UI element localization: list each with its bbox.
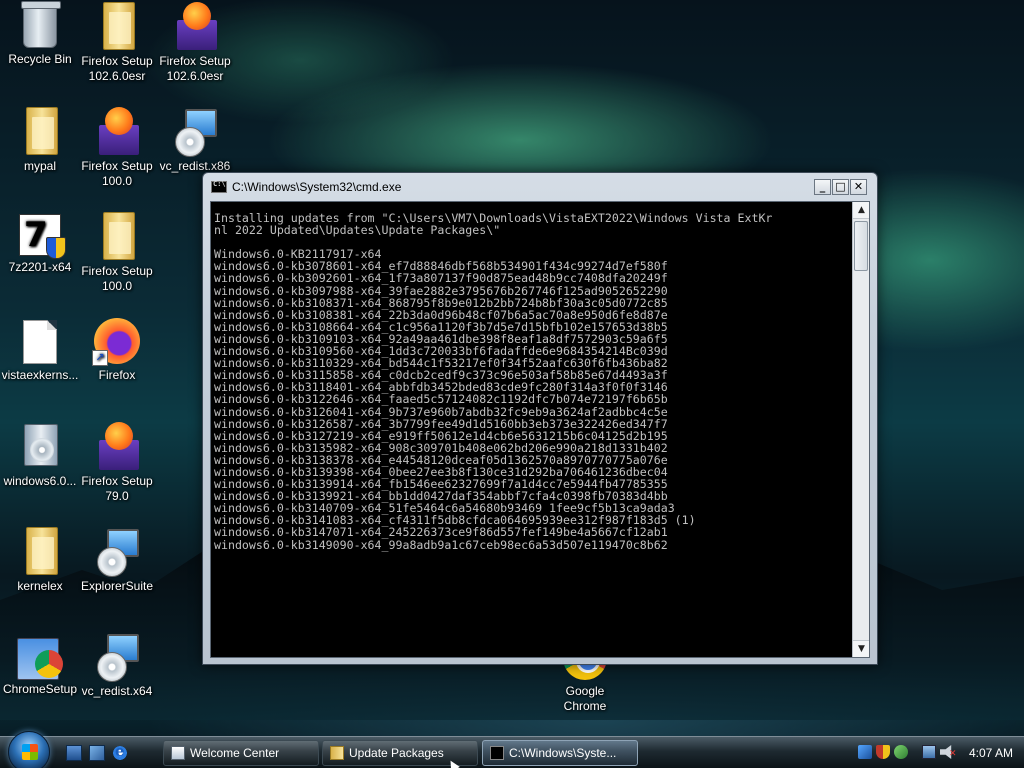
desktop-icon-vc-redist-x64[interactable]: vc_redist.x64	[77, 632, 157, 699]
desktop-icon-label: windows6.0...	[3, 474, 77, 488]
desktop-icon-label: ChromeSetup	[2, 682, 78, 696]
cmd-window[interactable]: C:\Windows\System32\cmd.exe _ □ ✕ Instal…	[202, 172, 878, 665]
firefox-installer-icon	[95, 107, 139, 155]
desktop-icon-label: vistaexkerns...	[1, 368, 79, 382]
console-line: windows6.0-kb3126041-x64_9b737e960b7abdb…	[214, 404, 668, 419]
cmd-icon	[490, 746, 504, 760]
console-area[interactable]: Installing updates from "C:\Users\VM7\Do…	[210, 201, 870, 658]
console-line: windows6.0-kb3147071-x64_245226373ce9f86…	[214, 525, 668, 540]
console-line: nl 2022 Updated\Updates\Update Packages\…	[214, 223, 501, 238]
system-tray: ✕ 4:07 AM	[852, 741, 1024, 765]
desktop-icon-firefox-setup-102[interactable]: Firefox Setup 102.6.0esr	[155, 2, 235, 84]
welcome-center-icon	[171, 746, 185, 760]
desktop-icon-label: Firefox Setup 79.0	[81, 474, 153, 503]
setup-icon	[173, 107, 217, 157]
clock[interactable]: 4:07 AM	[964, 741, 1018, 765]
scroll-thumb[interactable]	[854, 221, 868, 271]
window-title-bar[interactable]: C:\Windows\System32\cmd.exe	[203, 173, 877, 201]
taskbar-item-label: C:\Windows\Syste...	[509, 746, 617, 760]
desktop-icon-vistaexkerns[interactable]: vistaexkerns...	[0, 320, 80, 383]
desktop-icon-firefox[interactable]: Firefox	[77, 318, 157, 383]
start-button[interactable]	[8, 731, 50, 768]
desktop-icon-label: Firefox Setup 102.6.0esr	[81, 54, 153, 83]
desktop-icon-chromesetup[interactable]: ChromeSetup	[0, 632, 80, 697]
scroll-up-arrow-icon[interactable]: ▲	[853, 202, 869, 219]
console-line: windows6.0-kb3108371-x64_868795f8b9e012b…	[214, 295, 668, 310]
minimize-button[interactable]: _	[814, 179, 831, 195]
taskbar-item-label: Welcome Center	[190, 746, 280, 760]
folder-icon	[330, 746, 344, 760]
folder-icon	[22, 527, 58, 575]
setup-icon	[95, 527, 139, 577]
installer-package-icon	[18, 424, 62, 470]
switch-windows-icon[interactable]	[89, 745, 105, 761]
console-output: Installing updates from "C:\Users\VM7\Do…	[214, 212, 854, 652]
document-icon	[23, 320, 57, 364]
window-title: C:\Windows\System32\cmd.exe	[232, 180, 402, 194]
folder-icon	[99, 212, 135, 260]
close-button[interactable]: ✕	[850, 179, 867, 195]
desktop-icon-firefox-setup-100-folder[interactable]: Firefox Setup 100.0	[77, 212, 157, 294]
internet-explorer-icon[interactable]	[112, 742, 128, 761]
show-desktop-icon[interactable]	[66, 745, 82, 761]
cmd-icon	[211, 180, 227, 193]
desktop-icon-label: Google Chrome	[563, 684, 607, 713]
setup-icon	[95, 632, 139, 682]
scroll-down-arrow-icon[interactable]: ▼	[853, 640, 869, 657]
firefox-installer-icon	[173, 2, 217, 50]
desktop-icon-label: Recycle Bin	[8, 52, 72, 66]
desktop-icon-kernelex[interactable]: kernelex	[0, 527, 80, 594]
console-line: windows6.0-kb3122646-x64_faaed5c57124082…	[214, 392, 668, 407]
desktop-icon-firefox-setup-100[interactable]: Firefox Setup 100.0	[77, 107, 157, 189]
taskbar-item-cmd[interactable]: C:\Windows\Syste...	[482, 740, 638, 766]
tray-app-icon[interactable]	[858, 745, 872, 759]
security-shield-icon[interactable]	[876, 745, 890, 759]
recycle-bin-icon	[21, 1, 61, 48]
desktop-icon-label: Firefox Setup 102.6.0esr	[159, 54, 231, 83]
chrome-installer-icon	[17, 632, 63, 680]
desktop-icon-7z2201-x64[interactable]: 7z2201-x64	[0, 214, 80, 275]
desktop-icon-label: 7z2201-x64	[8, 260, 72, 274]
network-icon[interactable]	[922, 745, 936, 759]
desktop-icon-firefox-setup-79[interactable]: Firefox Setup 79.0	[77, 422, 157, 504]
desktop-icon-label: kernelex	[17, 579, 63, 593]
desktop-icon-firefox-setup-102-folder[interactable]: Firefox Setup 102.6.0esr	[77, 2, 157, 84]
tray-status-icon[interactable]	[894, 745, 908, 759]
taskbar-item-label: Update Packages	[349, 746, 444, 760]
firefox-installer-icon	[95, 422, 139, 470]
7zip-installer-icon	[19, 214, 66, 259]
desktop-icon-mypal[interactable]: mypal	[0, 107, 80, 174]
desktop-icon-label: Firefox Setup 100.0	[81, 264, 153, 293]
desktop-icon-label: mypal	[23, 159, 56, 173]
vertical-scrollbar[interactable]: ▲ ▼	[852, 202, 869, 657]
desktop-icon-recycle-bin[interactable]: Recycle Bin	[0, 1, 80, 67]
window-controls: _ □ ✕	[813, 179, 867, 195]
firefox-icon	[92, 318, 140, 366]
console-line: windows6.0-kb3149090-x64_99a8adb9a1c67ce…	[214, 537, 668, 552]
taskbar-item-welcome-center[interactable]: Welcome Center	[163, 740, 319, 766]
console-line: windows6.0-kb3127219-x64_e919ff50612e1d4…	[214, 428, 668, 443]
console-line: windows6.0-kb3126587-x64_3b7799fee49d1d5…	[214, 416, 668, 431]
desktop-icon-label: Firefox	[98, 368, 136, 382]
desktop-icon-label: ExplorerSuite	[80, 579, 154, 593]
desktop-icon-vc-redist-x86[interactable]: vc_redist.x86	[155, 107, 235, 174]
console-line: windows6.0-kb3092601-x64_1f73a807137f90d…	[214, 271, 668, 286]
console-line: windows6.0-kb3097988-x64_39fae2882e37956…	[214, 283, 668, 298]
folder-icon	[99, 2, 135, 50]
folder-icon	[22, 107, 58, 155]
desktop-icon-windows6[interactable]: windows6.0...	[0, 424, 80, 489]
desktop-icon-label: vc_redist.x64	[81, 684, 153, 698]
maximize-button[interactable]: □	[832, 179, 849, 195]
desktop-icon-explorersuite[interactable]: ExplorerSuite	[77, 527, 157, 594]
volume-muted-icon: ✕	[949, 749, 957, 759]
desktop-icon-label: Firefox Setup 100.0	[81, 159, 153, 188]
taskbar: Welcome Center Update Packages C:\Window…	[0, 731, 1024, 768]
